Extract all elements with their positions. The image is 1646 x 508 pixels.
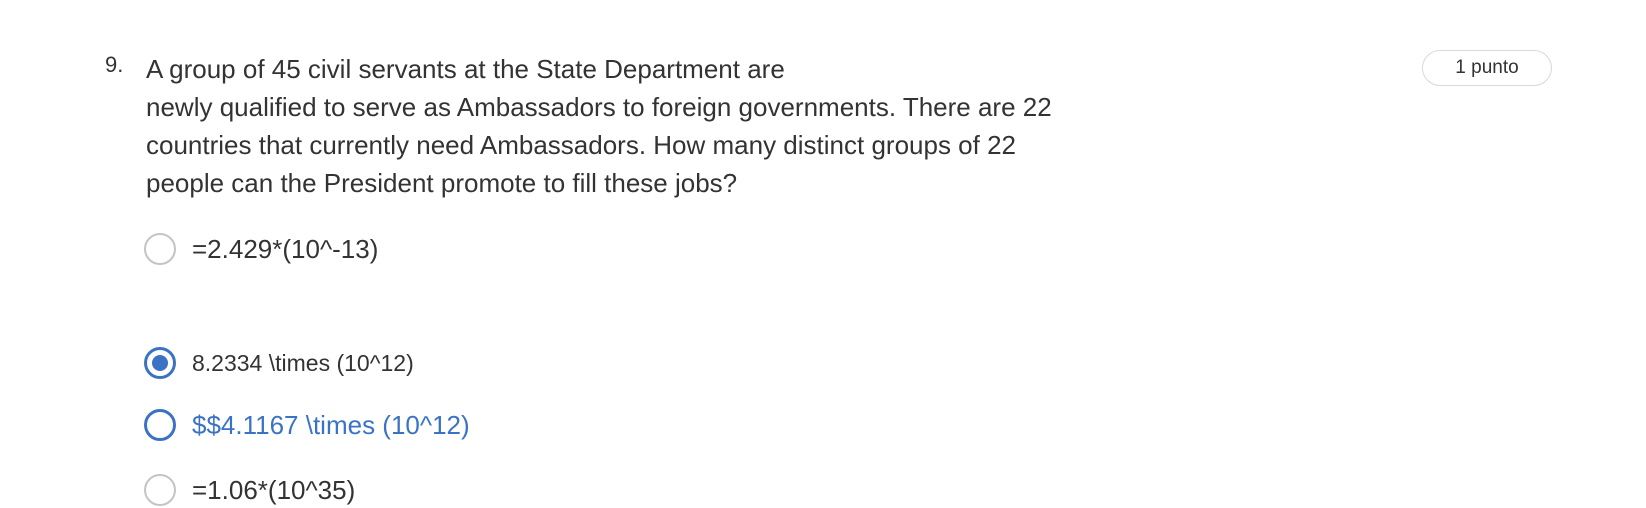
- answer-option-label[interactable]: 8.2334 \times (10^12): [192, 350, 414, 377]
- question-text: A group of 45 civil servants at the Stat…: [146, 50, 1106, 202]
- question-card: 9. A group of 45 civil servants at the S…: [0, 0, 1646, 508]
- answer-option-3[interactable]: $$4.1167 \times (10^12): [144, 409, 470, 441]
- question-text-line: countries that currently need Ambassador…: [146, 130, 1016, 160]
- question-number: 9.: [105, 52, 124, 77]
- answer-option-4[interactable]: =1.06*(10^35): [144, 474, 355, 506]
- radio-button-hover[interactable]: [144, 409, 176, 441]
- answer-option-1[interactable]: =2.429*(10^-13): [144, 233, 378, 265]
- answer-option-label[interactable]: =2.429*(10^-13): [192, 234, 378, 265]
- question-text-line: people can the President promote to fill…: [146, 168, 738, 198]
- answer-option-2[interactable]: 8.2334 \times (10^12): [144, 347, 414, 379]
- radio-button[interactable]: [144, 233, 176, 265]
- points-badge: 1 punto: [1422, 50, 1552, 86]
- question-text-line: newly qualified to serve as Ambassadors …: [146, 92, 1052, 122]
- answer-option-label[interactable]: =1.06*(10^35): [192, 475, 355, 506]
- radio-button[interactable]: [144, 474, 176, 506]
- radio-button-selected[interactable]: [144, 347, 176, 379]
- answer-option-label[interactable]: $$4.1167 \times (10^12): [192, 410, 470, 441]
- question-text-line: A group of 45 civil servants at the Stat…: [146, 54, 785, 84]
